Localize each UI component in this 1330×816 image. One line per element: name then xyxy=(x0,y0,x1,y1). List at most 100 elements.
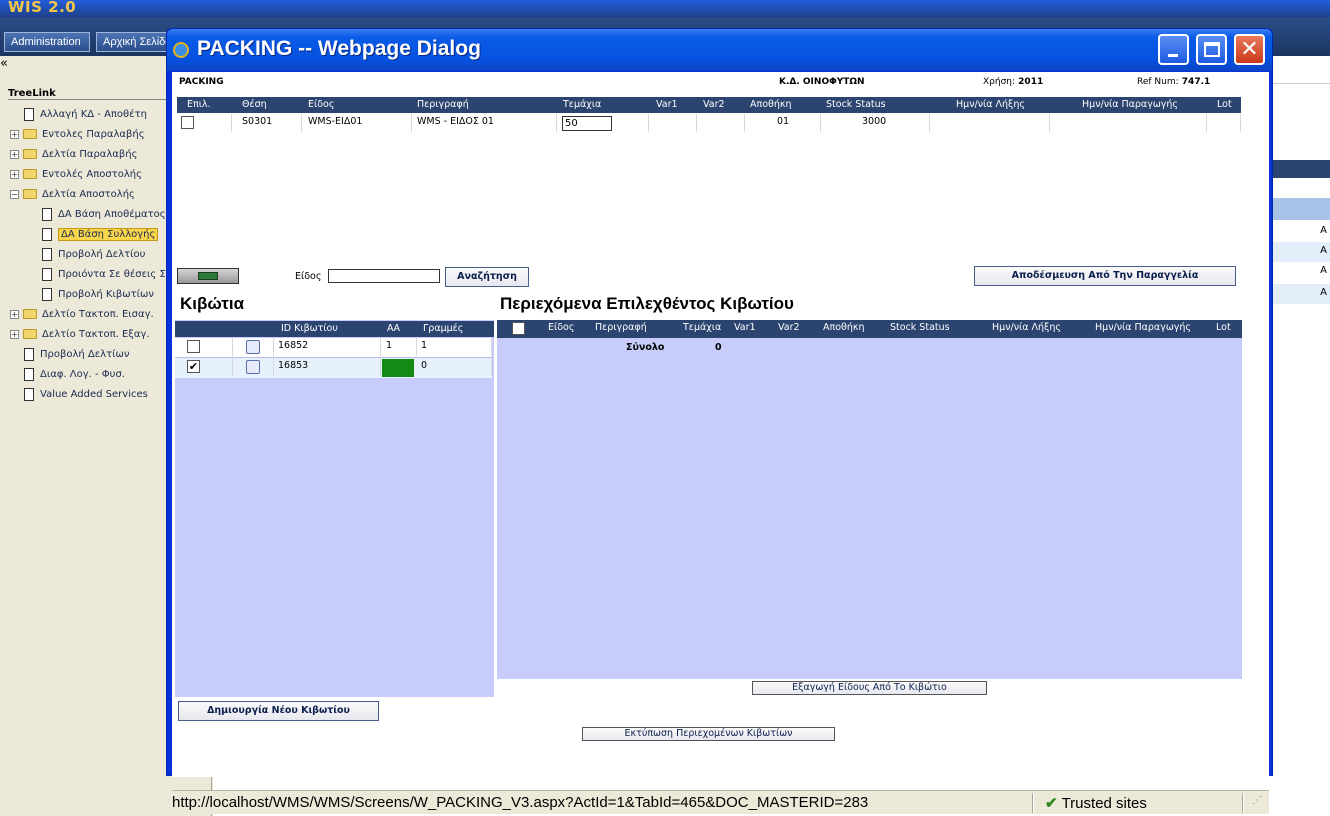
page-icon xyxy=(42,267,52,281)
minimize-button[interactable] xyxy=(1158,34,1189,65)
sidebar-item[interactable]: + Δελτία Παραλαβής xyxy=(10,146,138,162)
box-row-checkbox[interactable] xyxy=(187,340,200,353)
col-expiry: Ημν/νία Λήξης xyxy=(956,99,1025,110)
sidebar-item[interactable]: Value Added Services xyxy=(24,386,148,402)
col-item: Είδος xyxy=(308,99,335,110)
maximize-button[interactable] xyxy=(1196,34,1227,65)
boxes-panel: ID Κιβωτίου ΑΑ Γραμμές 16852 1 1 ✔ 16853 xyxy=(175,320,494,697)
sidebar-item[interactable]: Διαφ. Λογ. - Φυσ. xyxy=(24,366,125,382)
box-edit-icon[interactable] xyxy=(246,340,260,354)
minimize-icon xyxy=(1168,54,1178,57)
security-zone-label: Trusted sites xyxy=(1061,795,1147,812)
sidebar-item[interactable]: ΔΑ Βάση Συλλογής xyxy=(42,226,159,242)
order-expiry xyxy=(930,114,1050,132)
release-from-order-button[interactable]: Αποδέσμευση Από Την Παραγγελία xyxy=(974,266,1236,286)
contents-total-value: 0 xyxy=(715,342,722,353)
expand-icon[interactable]: + xyxy=(10,149,19,159)
col-box-aa: ΑΑ xyxy=(387,323,400,334)
sidebar-item[interactable]: + Δελτίο Τακτοπ. Εισαγ. xyxy=(10,306,154,322)
page-icon xyxy=(24,367,34,381)
sidebar-item[interactable]: ΔΑ Βάση Αποθέματος xyxy=(42,206,166,222)
print-contents-button[interactable]: Εκτύπωση Περιεχομένων Κιβωτίων xyxy=(582,727,835,741)
ref-field: Ref Num: 747.1 xyxy=(1137,77,1210,87)
contents-select-all-checkbox[interactable] xyxy=(512,322,525,335)
sidebar-item[interactable]: + Δελτίο Τακτοπ. Εξαγ. xyxy=(10,326,150,342)
col-c-stock-status: Stock Status xyxy=(890,322,950,333)
pallet-icon[interactable] xyxy=(177,268,239,284)
col-pieces: Τεμάχια xyxy=(563,99,602,110)
security-zone: ✔ Trusted sites xyxy=(1045,794,1147,812)
folder-icon xyxy=(23,309,37,319)
collapse-sidebar-icon[interactable]: « xyxy=(0,56,8,71)
box-id: 16853 xyxy=(274,358,381,376)
col-production: Ημν/νία Παραγωγής xyxy=(1082,99,1178,110)
year-value: 2011 xyxy=(1018,77,1044,87)
sidebar-item[interactable]: Προβολή Κιβωτίων xyxy=(42,286,154,302)
resize-grip-icon[interactable]: ⋰ xyxy=(1252,795,1262,806)
contents-panel: Είδος Περιγραφή Τεμάχια Var1 Var2 Αποθήκ… xyxy=(497,320,1242,679)
box-row[interactable]: ✔ 16853 0 xyxy=(175,358,492,378)
dialog-title-bar[interactable]: PACKING -- Webpage Dialog ✕ xyxy=(167,29,1272,71)
expand-icon[interactable]: + xyxy=(10,309,19,319)
boxes-title: Κιβώτια xyxy=(180,294,245,313)
packing-dialog: PACKING -- Webpage Dialog ✕ PACKING Κ.Δ.… xyxy=(166,28,1273,814)
order-grid-row[interactable]: S0301 WMS-ΕΙΔ01 WMS - ΕΙΔΟΣ 01 50 01 300… xyxy=(177,114,1241,132)
col-stock-status: Stock Status xyxy=(826,99,886,110)
col-box-lines: Γραμμές xyxy=(423,323,464,334)
close-button[interactable]: ✕ xyxy=(1234,34,1265,65)
sidebar-item[interactable]: Προβολή Δελτίων xyxy=(24,346,129,362)
background-grid-row-head xyxy=(1272,198,1330,220)
col-c-warehouse: Αποθήκη xyxy=(823,322,865,333)
sidebar-item-label: Δελτία Παραλαβής xyxy=(42,148,138,160)
col-c-lot: Lot xyxy=(1216,322,1231,333)
search-input[interactable] xyxy=(328,269,440,283)
col-c-var2: Var2 xyxy=(778,322,800,333)
sidebar-item-label: Εντολές Αποστολής xyxy=(42,168,142,180)
sidebar-item[interactable]: + Εντολές Αποστολής xyxy=(10,166,142,182)
nav-administration[interactable]: Administration xyxy=(4,32,90,52)
sidebar-item[interactable]: Προβολή Δελτίου xyxy=(42,246,145,262)
col-c-pieces: Τεμάχια xyxy=(683,322,722,333)
pieces-input[interactable]: 50 xyxy=(562,116,612,131)
order-item-code: WMS-ΕΙΔ01 xyxy=(302,114,412,132)
box-row[interactable]: 16852 1 1 xyxy=(175,338,492,358)
folder-icon xyxy=(23,129,37,139)
sidebar-item[interactable]: − Δελτία Αποστολής xyxy=(10,186,135,202)
expand-icon[interactable]: + xyxy=(10,169,19,179)
close-icon: ✕ xyxy=(1240,37,1259,62)
background-grid-header xyxy=(1272,160,1330,178)
sidebar-item-label: ΔΑ Βάση Συλλογής xyxy=(58,227,159,241)
boxes-grid-header: ID Κιβωτίου ΑΑ Γραμμές xyxy=(175,321,494,337)
order-stock-status: 3000 xyxy=(821,114,930,132)
export-item-button[interactable]: Εξαγωγή Είδους Από Το Κιβώτιο xyxy=(752,681,987,695)
contents-total-label: Σύνολο xyxy=(626,342,665,353)
expand-icon[interactable]: + xyxy=(10,329,19,339)
box-id: 16852 xyxy=(274,338,381,356)
box-edit-icon[interactable] xyxy=(246,360,260,374)
sidebar-item[interactable]: + Εντολες Παραλαβής xyxy=(10,126,145,142)
app-title: WIS 2.0 xyxy=(8,0,77,16)
create-box-button[interactable]: Δημιουργία Νέου Κιβωτίου xyxy=(178,701,379,721)
expand-icon[interactable]: + xyxy=(10,129,19,139)
col-box-id: ID Κιβωτίου xyxy=(281,323,338,334)
order-lot xyxy=(1207,114,1241,132)
col-c-expiry: Ημν/νία Λήξης xyxy=(992,322,1061,333)
box-lines: 1 xyxy=(417,338,492,356)
order-row-checkbox[interactable] xyxy=(181,116,194,129)
page-icon xyxy=(42,207,52,221)
nav-home[interactable]: Αρχική Σελίδα xyxy=(96,32,168,52)
sidebar-item-label: ΔΑ Βάση Αποθέματος xyxy=(58,208,166,220)
sidebar-item-label: Δελτία Αποστολής xyxy=(42,188,135,200)
col-c-production: Ημν/νία Παραγωγής xyxy=(1095,322,1191,333)
order-description: WMS - ΕΙΔΟΣ 01 xyxy=(412,114,557,132)
year-field: Χρήση: 2011 xyxy=(983,77,1043,87)
sidebar-item[interactable]: Αλλαγή ΚΔ - Αποθέτη xyxy=(24,106,147,122)
box-row-checkbox[interactable]: ✔ xyxy=(187,360,200,373)
order-warehouse: 01 xyxy=(745,114,821,132)
search-button[interactable]: Αναζήτηση xyxy=(445,267,529,287)
collapse-icon[interactable]: − xyxy=(10,189,19,199)
order-position: S0301 xyxy=(232,114,302,132)
col-var1: Var1 xyxy=(656,99,678,110)
box-aa-status-indicator xyxy=(382,359,414,377)
sidebar-item-label: Value Added Services xyxy=(40,388,148,400)
